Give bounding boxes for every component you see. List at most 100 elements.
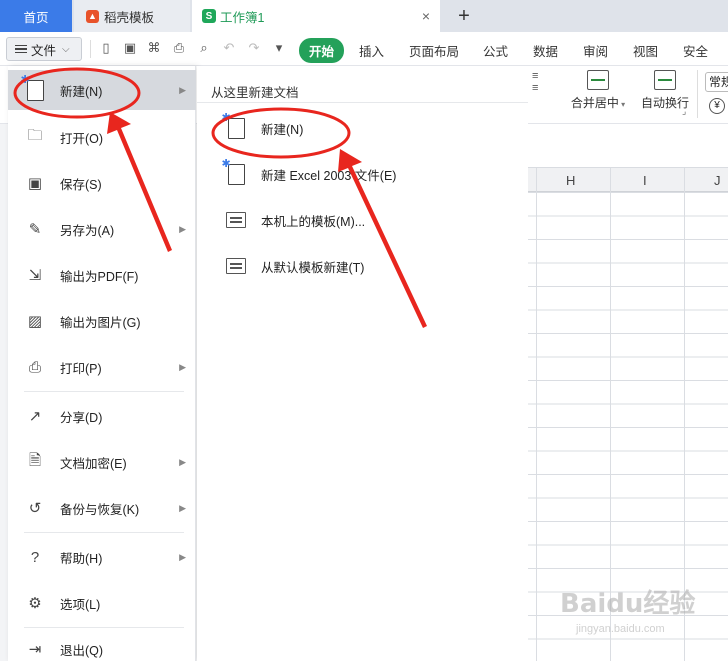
column-header-j[interactable]: J <box>714 173 721 188</box>
gear-icon: ⚙ <box>28 595 42 612</box>
menu-divider <box>24 391 184 392</box>
watermark-logo: Baidu经验 <box>560 589 696 619</box>
submenu-title: 从这里新建文档 <box>211 86 299 100</box>
column-header-h[interactable]: H <box>566 173 575 188</box>
close-icon[interactable]: × <box>422 8 430 24</box>
menu-item-exit[interactable]: ⇥ 退出(Q) <box>8 629 196 661</box>
tab-insert[interactable]: 插入 <box>359 41 384 60</box>
print-preview-icon[interactable]: ⌕ <box>196 40 212 56</box>
menu-item-save[interactable]: ▣ 保存(S) <box>8 163 196 203</box>
submenu-item-label: 新建(N) <box>261 122 304 137</box>
menu-item-export-image[interactable]: ▨ 输出为图片(G) <box>8 301 196 341</box>
menu-divider <box>24 532 184 533</box>
spreadsheet-icon: S <box>202 9 216 23</box>
new-doc-icon: ✱ <box>21 74 46 101</box>
submenu-item-label: 本机上的模板(M)... <box>261 214 366 229</box>
help-icon: ? <box>30 548 40 566</box>
chevron-right-icon: ▶ <box>179 502 186 513</box>
new-doc-icon: ✱ <box>222 112 247 139</box>
dialog-launcher-icon[interactable]: ⌟ <box>682 106 686 117</box>
chevron-right-icon: ▶ <box>179 551 186 562</box>
menu-item-share[interactable]: ↗ 分享(D) <box>8 396 196 436</box>
baidu-jingyan-watermark: Baidu经验 jingyan.baidu.com <box>560 583 710 643</box>
submenu-item-default-template[interactable]: 从默认模板新建(T) <box>197 246 528 286</box>
new-file-icon[interactable]: ▯ <box>98 40 114 56</box>
file-menu-label: 文件 <box>31 43 57 58</box>
menu-item-label: 保存(S) <box>60 177 102 192</box>
merge-center-button[interactable]: 合并居中 ▾ <box>568 70 628 111</box>
toolbar-separator <box>697 70 698 118</box>
auto-wrap-button[interactable]: 自动换行 <box>638 70 692 111</box>
menu-item-label: 打印(P) <box>60 361 102 376</box>
number-format-select[interactable]: 常规 <box>705 72 728 92</box>
export-pdf-icon: ⇲ <box>28 267 42 284</box>
submenu-item-new-excel-2003[interactable]: ✱ 新建 Excel 2003 文件(E) <box>197 154 528 194</box>
chevron-right-icon: ▶ <box>179 456 186 467</box>
export-image-icon: ▨ <box>27 313 43 330</box>
ribbon-menubar: 文件 ⌵ ▯ ▣ ⌘ ⎙ ⌕ ↶ ↷ ▾ 开始 插入 页面布局 公式 数据 审阅… <box>0 32 728 66</box>
template-icon <box>225 209 247 231</box>
spreadsheet-grid[interactable]: H I J <box>528 124 728 661</box>
tab-home[interactable]: 首页 <box>0 0 72 32</box>
menu-item-export-pdf[interactable]: ⇲ 输出为PDF(F) <box>8 255 196 295</box>
tab-security[interactable]: 安全 <box>683 41 708 60</box>
menu-item-help[interactable]: ? 帮助(H) ▶ <box>8 537 196 577</box>
file-menu: ✱ 新建(N) ▶ 🗀 打开(O) ▣ 保存(S) ✎ 另存为(A) ▶ ⇲ 输… <box>8 66 196 661</box>
column-header-i[interactable]: I <box>643 173 647 188</box>
menu-item-label: 打开(O) <box>60 131 104 146</box>
menu-item-label: 退出(Q) <box>60 643 104 658</box>
default-template-icon <box>225 255 247 277</box>
menu-item-label: 分享(D) <box>60 410 103 425</box>
printer-icon: ⎙ <box>28 358 41 376</box>
menu-divider <box>24 627 184 628</box>
new-tab-button[interactable]: + <box>452 0 476 32</box>
tab-docer-templates[interactable]: ▲ 稻壳模板 <box>74 0 190 32</box>
menu-item-new[interactable]: ✱ 新建(N) ▶ <box>8 70 196 110</box>
format-painter-icon[interactable]: ⌘ <box>146 40 162 56</box>
menu-item-label: 选项(L) <box>60 597 101 612</box>
column-headers: H I J <box>528 168 728 192</box>
hamburger-icon <box>15 43 27 56</box>
menu-item-save-as[interactable]: ✎ 另存为(A) ▶ <box>8 209 196 249</box>
submenu-item-label: 新建 Excel 2003 文件(E) <box>261 168 397 183</box>
menu-item-backup[interactable]: ↺ 备份与恢复(K) ▶ <box>8 488 196 528</box>
tab-formulas[interactable]: 公式 <box>483 41 508 60</box>
save-icon[interactable]: ▣ <box>122 40 138 56</box>
align-icon[interactable]: ≡ ≡ <box>532 70 550 110</box>
print-icon[interactable]: ⎙ <box>171 40 187 56</box>
redo-icon[interactable]: ↷ <box>246 40 262 56</box>
merge-cells-icon <box>587 70 609 90</box>
menu-item-encrypt[interactable]: 🗎 文档加密(E) ▶ <box>8 442 196 482</box>
formula-bar[interactable] <box>528 124 728 168</box>
chevron-right-icon: ▶ <box>179 84 186 95</box>
chevron-right-icon: ▶ <box>179 223 186 234</box>
share-icon: ↗ <box>28 408 42 425</box>
submenu-item-label: 从默认模板新建(T) <box>261 260 365 275</box>
tab-workbook[interactable]: S 工作簿1 × <box>192 0 440 32</box>
chevron-down-icon: ⌵ <box>62 43 70 55</box>
menu-item-label: 输出为PDF(F) <box>60 269 139 284</box>
new-doc-icon: ✱ <box>222 158 247 185</box>
tab-start[interactable]: 开始 <box>299 38 345 63</box>
submenu-item-new[interactable]: ✱ 新建(N) <box>197 108 528 148</box>
submenu-item-local-template[interactable]: 本机上的模板(M)... <box>197 200 528 240</box>
menu-item-print[interactable]: ⎙ 打印(P) ▶ <box>8 347 196 387</box>
menu-item-label: 新建(N) <box>60 84 103 99</box>
submenu-divider <box>197 102 528 103</box>
tab-page-layout[interactable]: 页面布局 <box>409 41 459 60</box>
tab-view[interactable]: 视图 <box>633 41 658 60</box>
column-gridline <box>536 168 537 661</box>
customize-toolbar-icon[interactable]: ▾ <box>271 40 287 56</box>
menu-item-open[interactable]: 🗀 打开(O) <box>8 117 196 157</box>
currency-icon[interactable]: ¥ <box>709 98 725 114</box>
undo-icon[interactable]: ↶ <box>221 40 237 56</box>
tab-data[interactable]: 数据 <box>533 41 558 60</box>
tab-review[interactable]: 审阅 <box>583 41 608 60</box>
menu-item-label: 备份与恢复(K) <box>60 502 140 517</box>
docer-icon: ▲ <box>86 9 99 23</box>
tab-docer-label: 稻壳模板 <box>104 10 155 25</box>
backup-icon: ↺ <box>28 500 42 517</box>
file-menu-button[interactable]: 文件 ⌵ <box>6 37 82 61</box>
menu-item-options[interactable]: ⚙ 选项(L) <box>8 583 196 623</box>
menu-item-label: 输出为图片(G) <box>60 315 141 330</box>
